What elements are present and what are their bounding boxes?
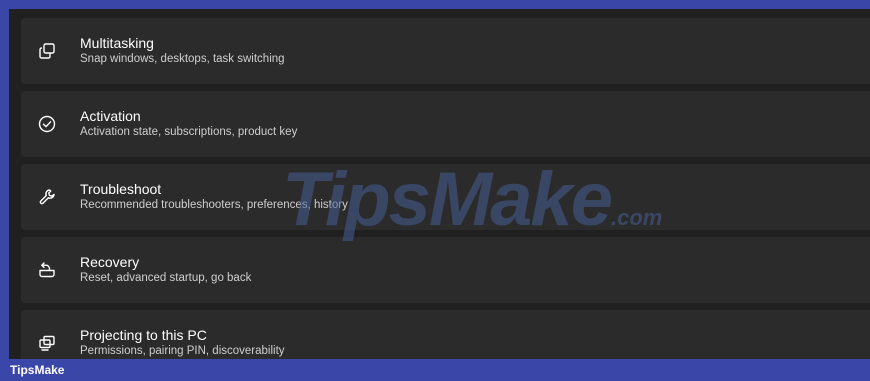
settings-item-text: Projecting to this PC Permissions, pairi… xyxy=(80,327,285,359)
settings-item-activation[interactable]: Activation Activation state, subscriptio… xyxy=(21,91,870,157)
settings-item-title: Recovery xyxy=(80,254,140,270)
settings-item-description: Activation state, subscriptions, product… xyxy=(80,126,298,138)
settings-item-recovery[interactable]: Recovery Reset, advanced startup, go bac… xyxy=(21,237,870,303)
recovery-icon xyxy=(36,259,58,281)
settings-item-text: Recovery Reset, advanced startup, go bac… xyxy=(80,254,251,286)
multitasking-icon xyxy=(36,40,58,62)
settings-item-troubleshoot[interactable]: Troubleshoot Recommended troubleshooters… xyxy=(21,164,870,230)
settings-item-title: Projecting to this PC xyxy=(80,327,207,343)
settings-item-text: Multitasking Snap windows, desktops, tas… xyxy=(80,35,285,67)
settings-item-multitasking[interactable]: Multitasking Snap windows, desktops, tas… xyxy=(21,18,870,84)
projecting-icon xyxy=(36,332,58,354)
settings-item-title: Troubleshoot xyxy=(80,181,162,197)
settings-item-description: Snap windows, desktops, task switching xyxy=(80,53,285,65)
bottom-bar-label: TipsMake xyxy=(10,363,65,377)
settings-item-title: Multitasking xyxy=(80,35,154,51)
bottom-bar: TipsMake xyxy=(0,359,870,381)
settings-item-title: Activation xyxy=(80,108,141,124)
settings-item-text: Activation Activation state, subscriptio… xyxy=(80,108,297,140)
settings-item-description: Permissions, pairing PIN, discoverabilit… xyxy=(80,345,285,357)
settings-item-text: Troubleshoot Recommended troubleshooters… xyxy=(80,181,348,213)
settings-item-description: Recommended troubleshooters, preferences… xyxy=(80,199,348,211)
check-circle-icon xyxy=(36,113,58,135)
settings-item-description: Reset, advanced startup, go back xyxy=(80,272,252,284)
wrench-icon xyxy=(36,186,58,208)
